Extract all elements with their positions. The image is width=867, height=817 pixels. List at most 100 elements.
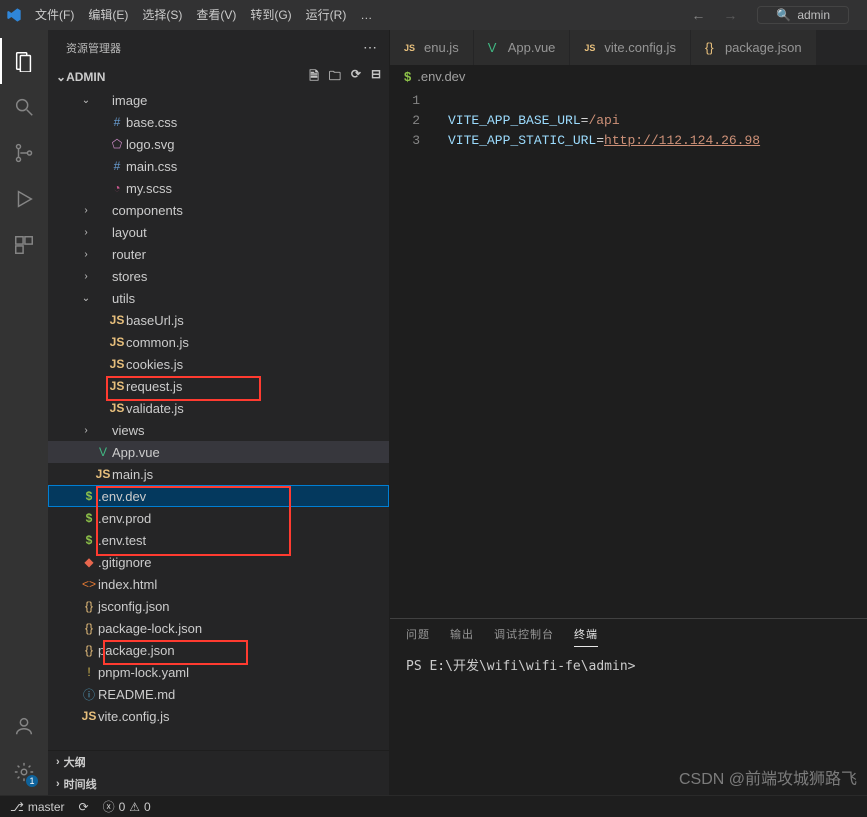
editor-tab[interactable]: VApp.vue: [474, 30, 571, 65]
outline-section[interactable]: › 大纲: [48, 751, 389, 773]
nav-back-icon[interactable]: ←: [691, 7, 705, 23]
refresh-icon[interactable]: ⟳: [351, 67, 361, 88]
line-gutter: 1 2 3: [390, 87, 432, 618]
terminal[interactable]: PS E:\开发\wifi\wifi-fe\admin>: [390, 649, 867, 795]
file-label: validate.js: [126, 401, 184, 416]
breadcrumb[interactable]: $ .env.dev: [390, 65, 867, 87]
file-row[interactable]: JSmain.js: [48, 463, 389, 485]
folder-row[interactable]: ⌄utils: [48, 287, 389, 309]
file-row[interactable]: JScommon.js: [48, 331, 389, 353]
file-row[interactable]: ◆.gitignore: [48, 551, 389, 573]
file-row[interactable]: JSvalidate.js: [48, 397, 389, 419]
editor-tab[interactable]: JSvite.config.js: [570, 30, 691, 65]
file-row[interactable]: JScookies.js: [48, 353, 389, 375]
panel-tab[interactable]: 问题: [406, 622, 430, 646]
new-folder-icon[interactable]: 🗀: [329, 67, 341, 88]
folder-row[interactable]: ⌄image: [48, 89, 389, 111]
file-label: main.js: [112, 467, 153, 482]
chevron-down-icon: ⌄: [56, 70, 66, 84]
chevron-right-icon: ›: [78, 271, 94, 282]
file-row[interactable]: ◔my.scss: [48, 177, 389, 199]
activity-search-icon[interactable]: [0, 84, 48, 130]
scm-branch[interactable]: ⎇ master: [10, 800, 65, 814]
panel-tab[interactable]: 输出: [450, 622, 474, 646]
file-row[interactable]: $.env.dev: [48, 485, 389, 507]
file-row[interactable]: JSrequest.js: [48, 375, 389, 397]
vue-icon: V: [94, 445, 112, 459]
file-tree[interactable]: ⌄image#base.css⬠logo.svg#main.css◔my.scs…: [48, 89, 389, 750]
file-row[interactable]: !pnpm-lock.yaml: [48, 661, 389, 683]
command-center-search[interactable]: 🔍 admin: [757, 6, 849, 24]
file-label: index.html: [98, 577, 157, 592]
tab-label: enu.js: [424, 40, 459, 55]
file-row[interactable]: JSvite.config.js: [48, 705, 389, 727]
activity-explorer-icon[interactable]: [0, 38, 48, 84]
file-row[interactable]: ⓘREADME.md: [48, 683, 389, 705]
file-row[interactable]: {}package.json: [48, 639, 389, 661]
warning-icon: ⚠: [129, 800, 140, 814]
activity-settings-icon[interactable]: 1: [0, 749, 48, 795]
file-row[interactable]: <>index.html: [48, 573, 389, 595]
menu-item[interactable]: 转到(G): [243, 0, 298, 30]
activity-account-icon[interactable]: [0, 703, 48, 749]
new-file-icon[interactable]: 🗎: [309, 67, 319, 88]
activity-extensions-icon[interactable]: [0, 222, 48, 268]
file-row[interactable]: $.env.prod: [48, 507, 389, 529]
file-row[interactable]: {}package-lock.json: [48, 617, 389, 639]
collapse-icon[interactable]: ⊟: [371, 67, 381, 88]
chevron-down-icon: ⌄: [78, 293, 94, 304]
file-label: .env.prod: [98, 511, 151, 526]
panel-tab[interactable]: 调试控制台: [494, 622, 554, 646]
file-label: base.css: [126, 115, 177, 130]
editor-tab[interactable]: JS enu.js: [390, 30, 474, 65]
file-row[interactable]: $.env.test: [48, 529, 389, 551]
js-icon: JS: [404, 43, 418, 53]
panel-tabs: 问题输出调试控制台终端: [390, 619, 867, 649]
error-icon: ⓧ: [103, 798, 115, 815]
file-label: components: [112, 203, 183, 218]
folder-row[interactable]: ›layout: [48, 221, 389, 243]
menu-item[interactable]: 文件(F): [28, 0, 81, 30]
menu-item[interactable]: 编辑(E): [81, 0, 135, 30]
code-editor[interactable]: 1 2 3 VITE_APP_BASE_URL=/apiVITE_APP_STA…: [390, 87, 867, 618]
menu-item[interactable]: 查看(V): [189, 0, 243, 30]
nav-forward-icon[interactable]: →: [723, 7, 737, 23]
file-row[interactable]: VApp.vue: [48, 441, 389, 463]
file-label: .gitignore: [98, 555, 151, 570]
activity-debug-icon[interactable]: [0, 176, 48, 222]
folder-row[interactable]: ›components: [48, 199, 389, 221]
chevron-right-icon: ›: [78, 425, 94, 436]
menu-item[interactable]: …: [353, 0, 379, 30]
file-label: package.json: [98, 643, 175, 658]
sync-button[interactable]: ⟳: [79, 800, 89, 814]
menu-item[interactable]: 选择(S): [135, 0, 189, 30]
lock-icon: !: [80, 665, 98, 679]
problems-status[interactable]: ⓧ 0 ⚠ 0: [103, 798, 151, 815]
file-row[interactable]: #main.css: [48, 155, 389, 177]
settings-badge: 1: [26, 775, 38, 787]
workspace-root[interactable]: ⌄ ADMIN 🗎 🗀 ⟳ ⊟: [48, 65, 389, 89]
menu-item[interactable]: 运行(R): [299, 0, 354, 30]
activity-scm-icon[interactable]: [0, 130, 48, 176]
file-row[interactable]: {}jsconfig.json: [48, 595, 389, 617]
chevron-down-icon: ⌄: [78, 95, 94, 106]
panel-tab[interactable]: 终端: [574, 622, 598, 647]
file-row[interactable]: #base.css: [48, 111, 389, 133]
file-row[interactable]: JSbaseUrl.js: [48, 309, 389, 331]
env-icon: $: [404, 69, 411, 84]
editor-area: JS enu.js VApp.vueJSvite.config.js{}packag…: [390, 30, 867, 795]
explorer-sidebar: 资源管理器 ⋯ ⌄ ADMIN 🗎 🗀 ⟳ ⊟ ⌄image#base.css⬠…: [48, 30, 390, 795]
json-icon: {}: [705, 40, 719, 55]
file-label: package-lock.json: [98, 621, 202, 636]
folder-row[interactable]: ›views: [48, 419, 389, 441]
folder-row[interactable]: ›router: [48, 243, 389, 265]
explorer-more-icon[interactable]: ⋯: [363, 39, 377, 56]
code-content[interactable]: VITE_APP_BASE_URL=/apiVITE_APP_STATIC_UR…: [432, 87, 760, 618]
folder-row[interactable]: ›stores: [48, 265, 389, 287]
css-icon: #: [108, 159, 126, 173]
timeline-section[interactable]: › 时间线: [48, 773, 389, 795]
vscode-logo-icon: [0, 1, 28, 29]
file-label: logo.svg: [126, 137, 174, 152]
file-row[interactable]: ⬠logo.svg: [48, 133, 389, 155]
editor-tab[interactable]: {}package.json: [691, 30, 817, 65]
